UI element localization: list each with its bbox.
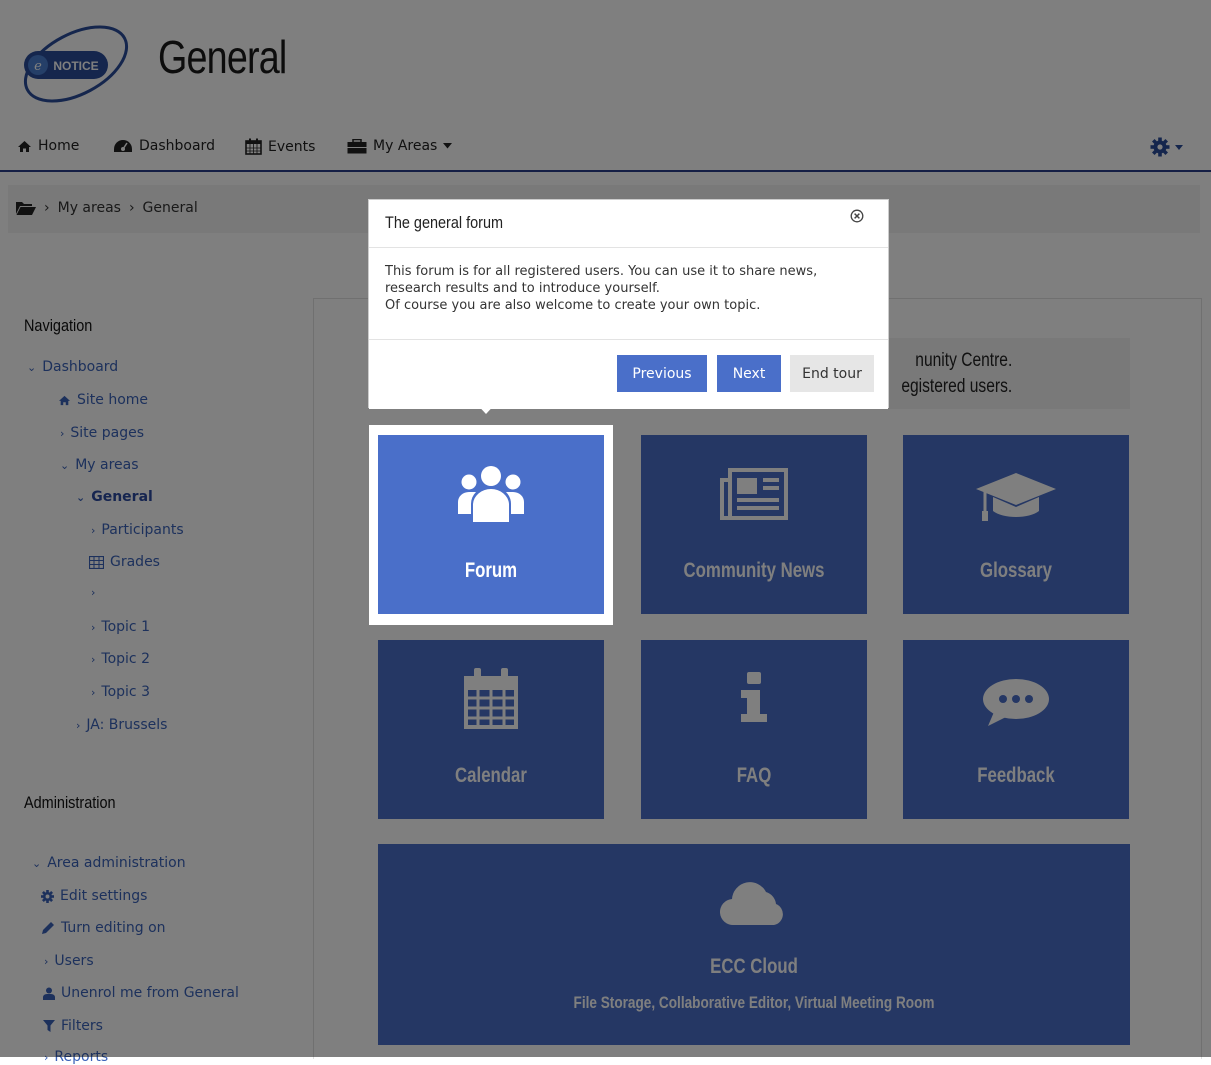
tour-popover-arrow bbox=[473, 400, 499, 414]
close-icon[interactable] bbox=[850, 209, 864, 223]
tour-body-line: research results and to introduce yourse… bbox=[385, 281, 660, 296]
tour-popover-header: The general forum bbox=[369, 200, 888, 248]
tour-spotlight bbox=[369, 425, 613, 625]
previous-button[interactable]: Previous bbox=[617, 355, 707, 392]
tour-backdrop bbox=[369, 625, 613, 1057]
tour-body-line: Of course you are also welcome to create… bbox=[385, 298, 761, 313]
end-tour-button[interactable]: End tour bbox=[790, 355, 874, 392]
tour-backdrop bbox=[613, 425, 1211, 1057]
tour-popover: The general forum This forum is for all … bbox=[368, 199, 889, 409]
tour-popover-body: This forum is for all registered users. … bbox=[385, 263, 875, 314]
tour-backdrop bbox=[0, 425, 369, 1057]
next-button[interactable]: Next bbox=[717, 355, 781, 392]
tour-popover-footer: Previous Next End tour bbox=[369, 339, 888, 409]
tour-body-line: This forum is for all registered users. … bbox=[385, 264, 818, 279]
tour-popover-title: The general forum bbox=[385, 213, 504, 232]
page: e NOTICE General Home Dashboard Events M… bbox=[0, 0, 1211, 1065]
